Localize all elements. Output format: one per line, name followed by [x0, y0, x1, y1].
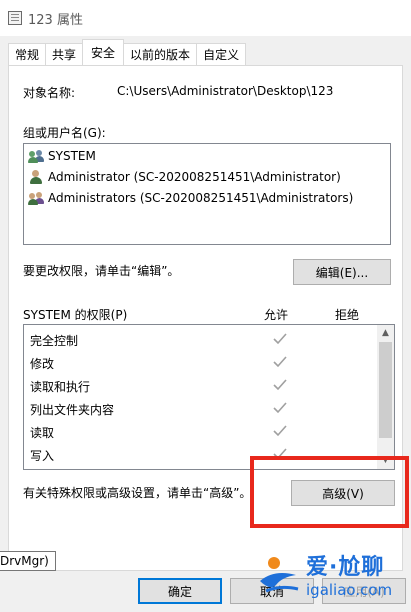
group-users-label: 组或用户名(G): — [23, 126, 106, 140]
list-item-label: Administrator (SC-202008251451\Administr… — [48, 170, 341, 184]
permission-name: 写入 — [30, 449, 55, 463]
edit-hint: 要更改权限，请单击“编辑”。 — [23, 264, 180, 278]
folder-properties-icon — [8, 11, 22, 25]
check-icon — [273, 402, 287, 414]
permission-name: 列出文件夹内容 — [30, 403, 115, 417]
tab-customize[interactable]: 自定义 — [196, 43, 247, 65]
permission-row-read: 读取 — [30, 421, 378, 444]
tab-previous-versions[interactable]: 以前的版本 — [123, 43, 198, 65]
list-item-administrators[interactable]: Administrators (SC-202008251451\Administ… — [28, 188, 353, 208]
check-icon — [273, 425, 287, 437]
highlight-annotation-box — [250, 456, 409, 528]
list-item-administrator[interactable]: Administrator (SC-202008251451\Administr… — [28, 167, 341, 187]
window-title: 123 属性 — [28, 12, 83, 28]
tab-sharing[interactable]: 共享 — [45, 43, 84, 65]
tab-strip: 常规 共享 安全 以前的版本 自定义 — [8, 39, 247, 65]
list-item-label: SYSTEM — [48, 149, 96, 163]
permission-name: 读取和执行 — [30, 380, 91, 394]
title-bar: 123 属性 — [0, 0, 411, 36]
permissions-header: SYSTEM 的权限(P) — [23, 308, 128, 322]
permission-name: 读取 — [30, 426, 55, 440]
scroll-thumb[interactable] — [379, 342, 392, 438]
edit-button[interactable]: 编辑(E)... — [293, 259, 391, 285]
permission-name: 修改 — [30, 357, 55, 371]
deny-column-header: 拒绝 — [335, 308, 360, 322]
group-icon — [28, 148, 44, 164]
watermark-url: igaliao.com — [306, 581, 393, 599]
permission-row-read-execute: 读取和执行 — [30, 375, 378, 398]
check-icon — [273, 356, 287, 368]
permission-row-list-folder: 列出文件夹内容 — [30, 398, 378, 421]
tab-security[interactable]: 安全 — [82, 39, 125, 65]
watermark-logo-icon — [256, 551, 302, 597]
advanced-hint: 有关特殊权限或高级设置，请单击“高级”。 — [23, 486, 252, 500]
user-list: SYSTEM Administrator (SC-202008251451\Ad… — [23, 143, 391, 245]
list-item-label: Administrators (SC-202008251451\Administ… — [48, 191, 354, 205]
list-item-system[interactable]: SYSTEM — [28, 146, 96, 166]
permission-row-full-control: 完全控制 — [30, 329, 378, 352]
check-icon — [273, 379, 287, 391]
permissions-list: 完全控制 修改 读取和执行 列出文件夹内容 读取 写入 ▲ ▼ — [23, 324, 395, 470]
check-icon — [273, 333, 287, 345]
tab-general[interactable]: 常规 — [8, 43, 47, 65]
permission-name: 完全控制 — [30, 334, 79, 348]
object-name-value: C:\Users\Administrator\Desktop\123 — [117, 84, 334, 98]
permissions-scrollbar[interactable]: ▲ ▼ — [377, 325, 394, 469]
user-icon — [28, 169, 44, 185]
site-watermark: 爱·尬聊 igaliao.com — [256, 540, 408, 608]
ok-button[interactable]: 确定 — [138, 578, 222, 604]
scroll-up-icon[interactable]: ▲ — [381, 329, 390, 338]
object-name-label: 对象名称: — [23, 86, 76, 100]
group-icon — [28, 190, 44, 206]
allow-column-header: 允许 — [264, 308, 289, 322]
permission-row-modify: 修改 — [30, 352, 378, 375]
watermark-title: 爱·尬聊 — [306, 555, 385, 580]
background-tooltip: DrvMgr) — [0, 551, 56, 571]
